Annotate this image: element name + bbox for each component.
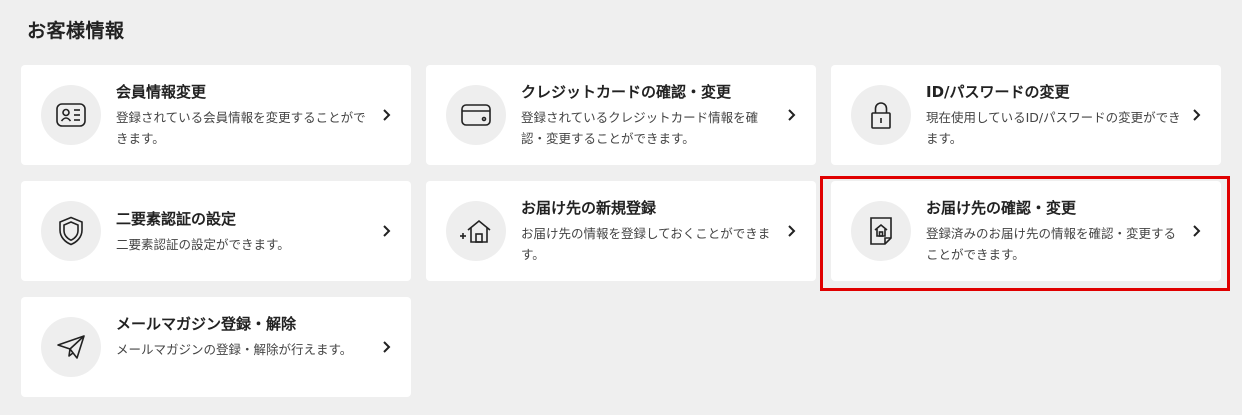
address-document-icon [851, 201, 911, 261]
chevron-right-icon[interactable] [381, 224, 393, 238]
chevron-right-icon[interactable] [381, 340, 393, 354]
card-description: 登録されているクレジットカード情報を確認・変更することができます。 [521, 110, 759, 146]
card-description: 登録されている会員情報を変更することができます。 [116, 110, 366, 146]
card-title: クレジットカードの確認・変更 [521, 83, 732, 101]
card-title: 二要素認証の設定 [116, 210, 237, 228]
card-id-password[interactable]: ID/パスワードの変更 現在使用しているID/パスワードの変更ができます。 [831, 65, 1221, 165]
add-address-icon [446, 201, 506, 261]
lock-icon [851, 85, 911, 145]
card-title: メールマガジン登録・解除 [116, 315, 297, 333]
card-title: お届け先の新規登録 [521, 199, 657, 217]
chevron-right-icon[interactable] [786, 224, 798, 238]
member-card-icon [41, 85, 101, 145]
chevron-right-icon[interactable] [786, 108, 798, 122]
paper-plane-icon [41, 317, 101, 377]
card-new-address[interactable]: お届け先の新規登録 お届け先の情報を登録しておくことができます。 [426, 181, 816, 281]
chevron-right-icon[interactable] [1191, 224, 1203, 238]
card-description: 二要素認証の設定ができます。 [116, 237, 290, 252]
shield-icon [41, 201, 101, 261]
chevron-right-icon[interactable] [1191, 108, 1203, 122]
card-title: ID/パスワードの変更 [926, 83, 1070, 101]
card-description: 登録済みのお届け先の情報を確認・変更することができます。 [926, 226, 1177, 262]
card-member-info[interactable]: 会員情報変更 登録されている会員情報を変更することができます。 [21, 65, 411, 165]
credit-card-icon [446, 85, 506, 145]
card-description: 現在使用しているID/パスワードの変更ができます。 [926, 110, 1181, 146]
page-title: お客様情報 [27, 20, 125, 42]
card-two-factor[interactable]: 二要素認証の設定 二要素認証の設定ができます。 [21, 181, 411, 281]
card-title: お届け先の確認・変更 [926, 199, 1077, 217]
card-title: 会員情報変更 [116, 83, 207, 101]
card-credit-card[interactable]: クレジットカードの確認・変更 登録されているクレジットカード情報を確認・変更する… [426, 65, 816, 165]
card-newsletter[interactable]: メールマガジン登録・解除 メールマガジンの登録・解除が行えます。 [21, 297, 411, 397]
chevron-right-icon[interactable] [381, 108, 393, 122]
card-address-edit[interactable]: お届け先の確認・変更 登録済みのお届け先の情報を確認・変更することができます。 [831, 181, 1221, 281]
card-description: メールマガジンの登録・解除が行えます。 [116, 342, 353, 357]
card-description: お届け先の情報を登録しておくことができます。 [521, 226, 771, 262]
